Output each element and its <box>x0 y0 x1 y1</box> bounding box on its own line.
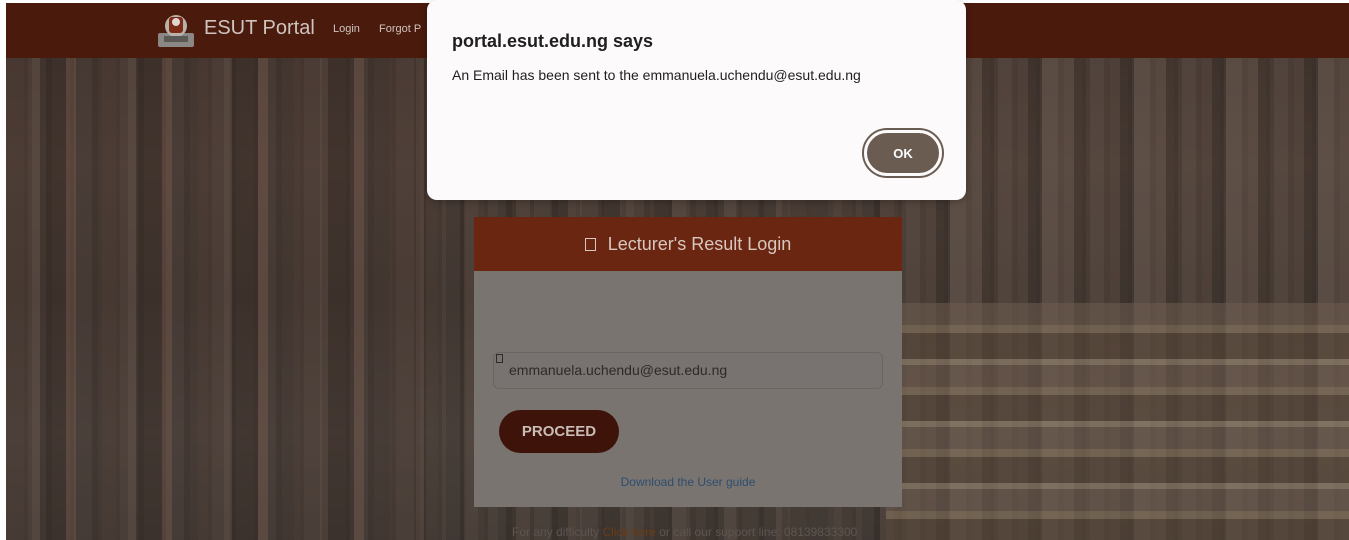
user-icon <box>584 237 596 251</box>
proceed-button[interactable]: PROCEED <box>499 410 619 453</box>
support-line: For any difficulty Click here or call ou… <box>512 525 857 539</box>
dialog-title: portal.esut.edu.ng says <box>452 31 654 51</box>
ok-button[interactable]: OK <box>864 130 942 176</box>
email-field[interactable] <box>509 362 869 378</box>
background-bookshelf-left <box>6 58 426 540</box>
card-header: Lecturer's Result Login <box>474 217 902 271</box>
support-suffix: or call our support line: 08139833300 <box>659 525 858 539</box>
support-click-here-link[interactable]: Click here <box>603 525 656 539</box>
card-title: Lecturer's Result Login <box>607 233 792 254</box>
alert-dialog: portal.esut.edu.ng says An Email has bee… <box>427 0 966 200</box>
nav-link-login[interactable]: Login <box>333 23 360 35</box>
brand-name[interactable]: ESUT Portal <box>204 17 315 40</box>
envelope-icon <box>496 354 503 363</box>
support-prefix: For any difficulty <box>512 525 600 539</box>
login-card: Lecturer's Result Login PROCEED Download… <box>474 217 902 507</box>
dialog-message: An Email has been sent to the emmanuela.… <box>452 67 861 83</box>
background-stacked-books <box>886 303 1349 540</box>
card-body: PROCEED Download the User guide <box>474 271 902 507</box>
email-field-wrapper <box>493 352 883 389</box>
esut-logo-icon[interactable] <box>156 11 196 49</box>
nav-link-forgot-password[interactable]: Forgot P <box>379 23 421 35</box>
download-user-guide-link[interactable]: Download the User guide <box>474 475 902 489</box>
